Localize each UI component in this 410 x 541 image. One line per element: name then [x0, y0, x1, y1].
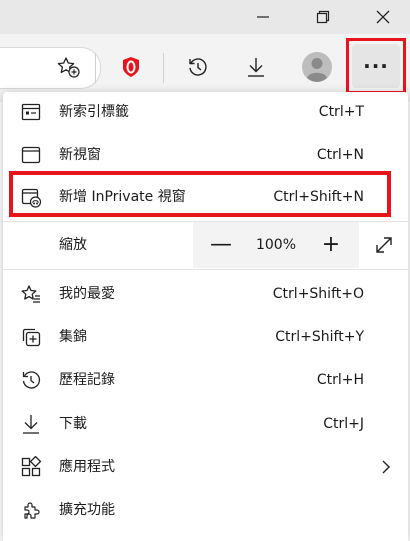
menu-item-shortcut: Ctrl+Shift+Y — [275, 329, 364, 345]
favorite-add-icon[interactable] — [48, 47, 88, 87]
menu-item-label: 擴充功能 — [59, 502, 115, 518]
zoom-label: 縮放 — [59, 237, 87, 253]
history-icon[interactable] — [178, 47, 218, 87]
menu-item-label: 我的最愛 — [59, 286, 115, 302]
restore-icon — [316, 10, 330, 24]
menu-item-shortcut: Ctrl+H — [316, 372, 364, 388]
settings-menu: 新索引標籤 Ctrl+T 新視窗 Ctrl+N 新增 InPrivate 視窗 … — [3, 92, 408, 541]
apps-icon — [21, 456, 42, 477]
zoom-in-button[interactable]: + — [317, 222, 345, 268]
extensions-icon — [24, 502, 40, 519]
menu-item-label: 下載 — [59, 416, 87, 432]
menu-item-history[interactable]: 歷程記錄 Ctrl+H — [3, 360, 408, 400]
favorites-icon — [21, 285, 40, 303]
menu-item-new-window[interactable]: 新視窗 Ctrl+N — [3, 135, 408, 175]
more-button-highlight — [346, 38, 406, 94]
menu-item-label: 歷程記錄 — [59, 372, 115, 388]
menu-item-collections[interactable]: 集錦 Ctrl+Shift+Y — [3, 317, 408, 357]
menu-item-label: 新視窗 — [59, 147, 101, 163]
minimize-button[interactable] — [240, 0, 286, 34]
menu-item-shortcut: Ctrl+Shift+O — [272, 286, 364, 302]
fullscreen-icon[interactable] — [372, 233, 396, 257]
menu-item-label: 集錦 — [59, 329, 87, 345]
inprivate-highlight — [9, 171, 391, 217]
download-icon[interactable] — [236, 47, 276, 87]
menu-item-shortcut: Ctrl+N — [316, 147, 364, 163]
new-tab-icon — [21, 103, 41, 121]
download-icon — [23, 415, 39, 434]
zoom-level: 100% — [255, 237, 297, 253]
menu-item-favorites[interactable]: 我的最愛 Ctrl+Shift+O — [3, 274, 408, 314]
minimize-icon — [257, 16, 269, 18]
collections-icon — [22, 328, 41, 347]
chevron-right-icon — [382, 460, 390, 474]
restore-button[interactable] — [300, 0, 346, 34]
menu-item-shortcut: Ctrl+T — [318, 104, 364, 120]
toolbar-separator — [95, 53, 96, 83]
toolbar-separator — [163, 53, 164, 83]
menu-item-extensions[interactable]: 擴充功能 — [3, 490, 408, 530]
menu-item-label: 應用程式 — [59, 459, 115, 475]
close-icon — [376, 10, 390, 24]
menu-item-new-tab[interactable]: 新索引標籤 Ctrl+T — [3, 92, 408, 132]
opera-extension-icon[interactable] — [111, 47, 151, 87]
title-bar — [0, 0, 410, 34]
zoom-controls: — 100% + — [193, 222, 359, 268]
menu-item-label: 新索引標籤 — [59, 104, 129, 120]
menu-item-downloads[interactable]: 下載 Ctrl+J — [3, 404, 408, 444]
menu-item-shortcut: Ctrl+J — [323, 416, 364, 432]
zoom-row: 縮放 — 100% + — [3, 222, 408, 268]
menu-separator — [3, 269, 408, 270]
history-icon — [22, 371, 41, 389]
menu-item-apps[interactable]: 應用程式 — [3, 447, 408, 487]
new-window-icon — [21, 146, 41, 164]
close-button[interactable] — [360, 0, 406, 34]
zoom-out-button[interactable]: — — [207, 222, 235, 268]
profile-avatar-icon[interactable] — [297, 47, 337, 87]
